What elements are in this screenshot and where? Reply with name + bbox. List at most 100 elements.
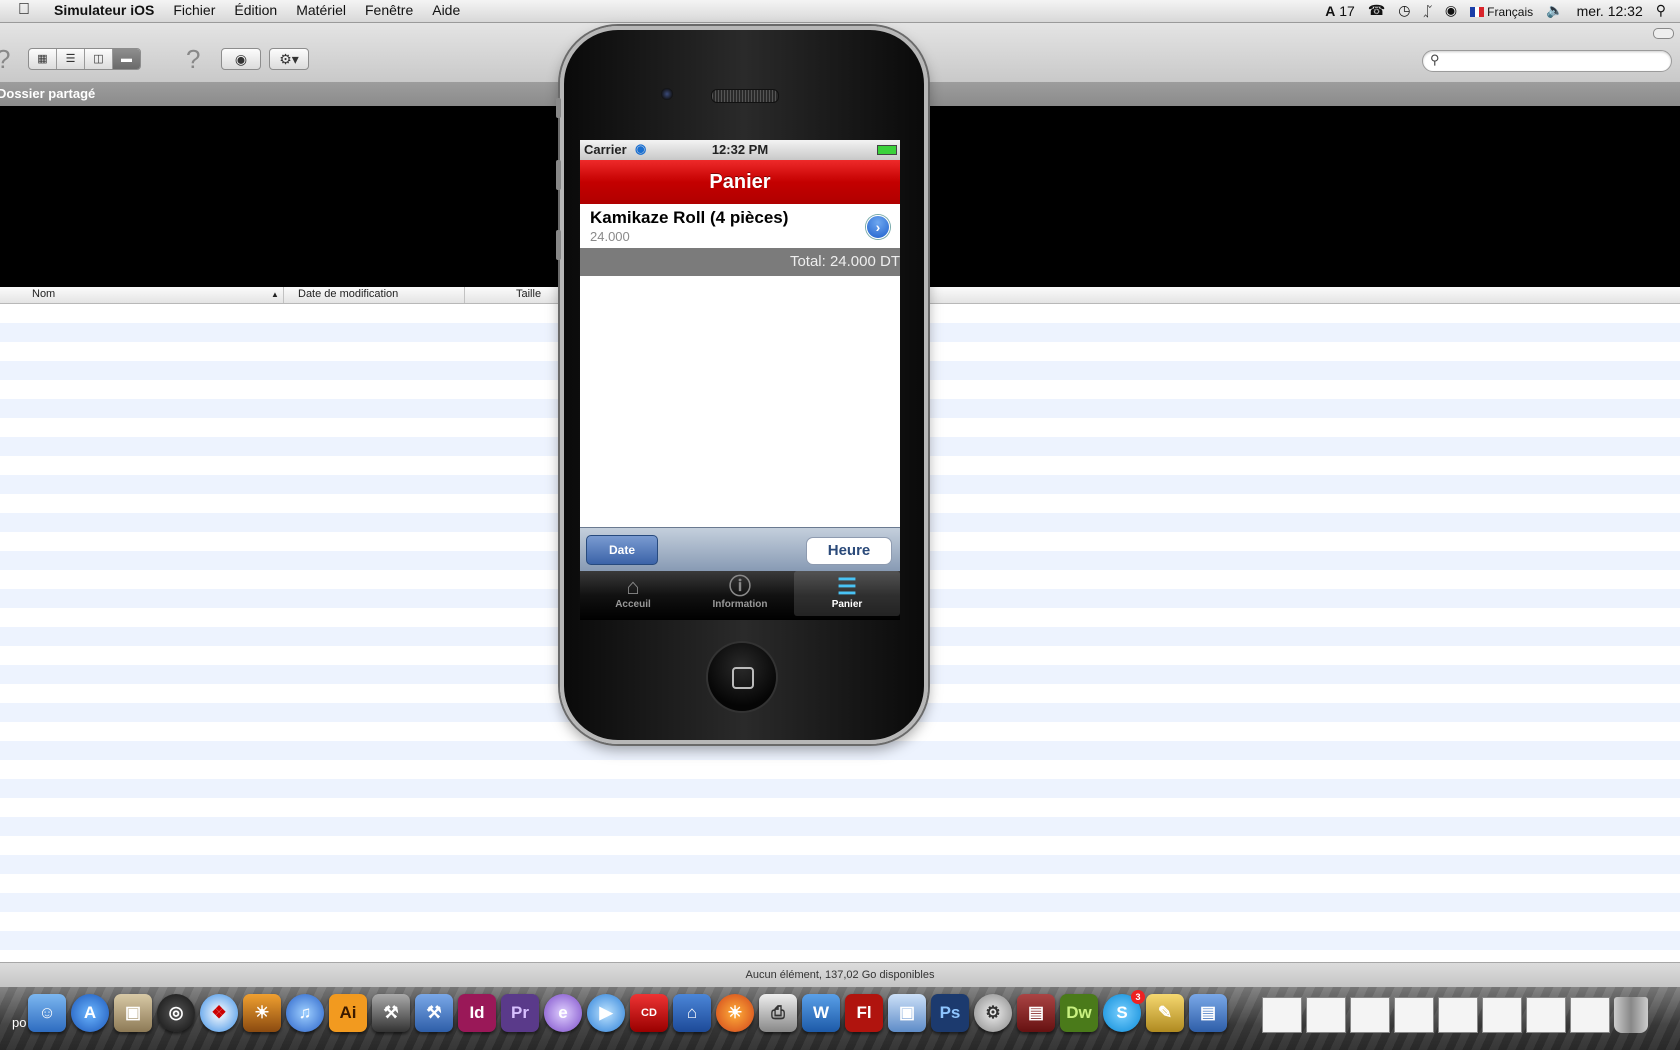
menu-aide[interactable]: Aide xyxy=(432,2,460,18)
safari-dock-icon[interactable]: ❖ xyxy=(200,994,238,1032)
mute-switch[interactable] xyxy=(556,98,561,118)
skype-dock-icon[interactable]: S3 xyxy=(1103,990,1145,1032)
sort-ascending-icon: ▲ xyxy=(271,290,279,299)
indesign-dock-icon[interactable]: Id xyxy=(458,994,496,1032)
menu-bar:  Simulateur iOS Fichier Édition Matérie… xyxy=(0,0,1680,23)
time-machine-icon[interactable]: ◷ xyxy=(1398,2,1410,19)
finder-dock-icon[interactable]: ☺ xyxy=(28,994,66,1032)
volume-down-button[interactable] xyxy=(556,230,561,260)
minimized-window[interactable] xyxy=(1438,997,1478,1033)
column-divider xyxy=(283,287,284,303)
tab-information[interactable]: ⓘ Information xyxy=(687,571,793,616)
tab-label: Panier xyxy=(831,599,863,610)
dreamweaver-dock-icon[interactable]: Dw xyxy=(1060,994,1098,1032)
action-button[interactable]: ⚙▾ xyxy=(269,48,309,70)
input-source-label: Français xyxy=(1487,4,1534,19)
bluetooth-icon[interactable]: ᛢ xyxy=(1424,3,1432,19)
dashboard-dock-icon[interactable]: ◎ xyxy=(157,994,195,1032)
home-dock-icon[interactable]: ⌂ xyxy=(673,994,711,1032)
photoshop-dock-icon[interactable]: Ps xyxy=(931,994,969,1032)
files-dock-icon[interactable]: ▤ xyxy=(1189,994,1227,1032)
toolbar-toggle-button[interactable] xyxy=(1653,28,1674,39)
menu-app-name[interactable]: Simulateur iOS xyxy=(54,2,154,18)
finder-status-bar: Aucun élément, 137,02 Go disponibles xyxy=(0,962,1680,988)
cart-item-row[interactable]: Kamikaze Roll (4 pièces) 24.000 › xyxy=(580,204,900,249)
folder-dock-icon[interactable]: W xyxy=(802,994,840,1032)
input-source[interactable]: Français xyxy=(1470,3,1533,19)
preview-2-dock-icon[interactable]: ▣ xyxy=(888,994,926,1032)
skype-badge: 3 xyxy=(1131,990,1145,1004)
coverflow-view-button[interactable]: ▬ xyxy=(113,49,140,69)
spotlight-icon[interactable]: ⚲ xyxy=(1656,2,1666,19)
menu-fenetre[interactable]: Fenêtre xyxy=(365,2,413,18)
front-camera xyxy=(661,88,673,100)
iphoto-dock-icon[interactable]: ☀ xyxy=(243,994,281,1032)
eclipse-dock-icon[interactable]: e xyxy=(544,994,582,1032)
iphone-screen: Carrier ◉ 12:32 PM Panier Kamikaze Roll … xyxy=(580,140,900,620)
minimized-window[interactable] xyxy=(1570,997,1610,1033)
help-left-icon[interactable]: ? xyxy=(0,44,10,75)
premiere-dock-icon[interactable]: Pr xyxy=(501,994,539,1032)
heure-button[interactable]: Heure xyxy=(806,537,892,565)
illustrator-dock-icon[interactable]: Ai xyxy=(329,994,367,1032)
menu-clock[interactable]: mer. 12:32 xyxy=(1577,3,1643,19)
search-input[interactable]: ⚲ xyxy=(1422,50,1672,72)
nav-title: Panier xyxy=(580,160,900,205)
eye-icon: ◉ xyxy=(234,51,248,67)
quick-look-button[interactable]: ◉ xyxy=(221,48,261,70)
minimized-window[interactable] xyxy=(1262,997,1302,1033)
utilities-2-dock-icon[interactable]: ⚙ xyxy=(974,994,1012,1032)
app-store-dock-icon[interactable]: A xyxy=(71,994,109,1032)
adobe-icon: A xyxy=(1325,2,1336,19)
minimized-window[interactable] xyxy=(1306,997,1346,1033)
menu-fichier[interactable]: Fichier xyxy=(173,2,215,18)
basket-icon: ☰ xyxy=(837,574,857,599)
printer-dock-icon[interactable]: ⎙ xyxy=(759,994,797,1032)
help-icon[interactable]: ? xyxy=(186,44,200,75)
minimized-window[interactable] xyxy=(1482,997,1522,1033)
column-date[interactable]: Date de modification xyxy=(298,288,398,300)
pdf-dock-icon[interactable]: ▤ xyxy=(1017,994,1055,1032)
tab-label: Acceuil xyxy=(615,599,651,610)
minimized-window[interactable] xyxy=(1394,997,1434,1033)
column-size[interactable]: Taille xyxy=(516,288,541,300)
flash-dock-icon[interactable]: Fl xyxy=(845,994,883,1032)
volume-icon[interactable]: 🔈 xyxy=(1546,2,1563,19)
minimized-window[interactable] xyxy=(1526,997,1566,1033)
utilities-dock-icon[interactable]: ⚒ xyxy=(372,994,410,1032)
firefox-dock-icon[interactable]: ☀ xyxy=(716,994,754,1032)
column-name[interactable]: Nom xyxy=(32,288,55,300)
menu-edition[interactable]: Édition xyxy=(234,2,277,18)
phone-icon[interactable]: ☎ xyxy=(1368,2,1385,19)
adobe-updater[interactable]: A 17 xyxy=(1325,3,1355,19)
search-icon: ⚲ xyxy=(1430,52,1440,67)
date-button[interactable]: Date xyxy=(586,535,658,565)
tab-bar: ⌂ Acceuil ⓘ Information ☰ Panier xyxy=(580,571,900,620)
xcode-dock-icon[interactable]: ⚒ xyxy=(415,994,453,1032)
list-view-button[interactable]: ☰ xyxy=(57,49,85,69)
menu-materiel[interactable]: Matériel xyxy=(296,2,346,18)
tab-panier[interactable]: ☰ Panier xyxy=(794,571,900,616)
wifi-icon[interactable]: ◉ xyxy=(1445,2,1457,19)
apple-menu-icon[interactable]:  xyxy=(18,1,30,19)
menu-extras: A 17 ☎ ◷ ᛢ ◉ Français 🔈 mer. 12:32 ⚲ xyxy=(1325,2,1666,19)
volume-up-button[interactable] xyxy=(556,160,561,190)
preview-dock-icon[interactable]: ▣ xyxy=(114,994,152,1032)
quicktime-dock-icon[interactable]: ▶ xyxy=(587,994,625,1032)
instruments-dock-icon[interactable]: ✎ xyxy=(1146,994,1184,1032)
french-flag-icon xyxy=(1470,6,1485,17)
ios-status-bar: Carrier ◉ 12:32 PM xyxy=(580,140,900,160)
earpiece-speaker xyxy=(711,89,779,103)
ios-time: 12:32 PM xyxy=(711,142,769,157)
column-view-button[interactable]: ◫ xyxy=(85,49,113,69)
disclosure-chevron-icon[interactable]: › xyxy=(866,215,890,239)
trash-icon[interactable] xyxy=(1614,997,1648,1033)
minimized-windows xyxy=(1262,997,1648,1033)
tab-acceuil[interactable]: ⌂ Acceuil xyxy=(580,571,686,616)
cart-total: Total: 24.000 DT xyxy=(580,248,900,276)
home-button[interactable] xyxy=(708,643,776,711)
prinet-cd-dock-icon[interactable]: CD xyxy=(630,994,668,1032)
icon-view-button[interactable]: ▦ xyxy=(29,49,57,69)
minimized-window[interactable] xyxy=(1350,997,1390,1033)
itunes-dock-icon[interactable]: ♫ xyxy=(286,994,324,1032)
